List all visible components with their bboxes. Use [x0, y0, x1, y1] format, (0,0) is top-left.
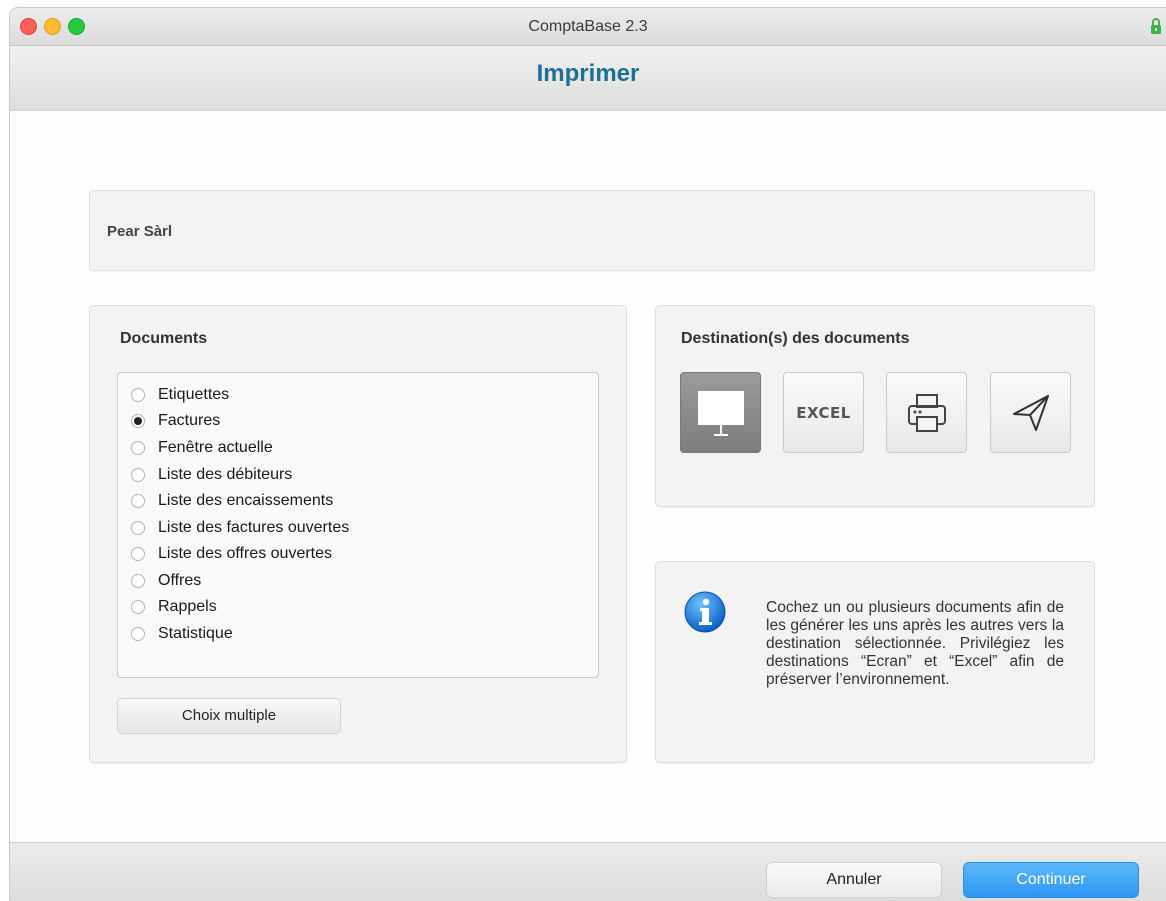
page-header: Imprimer	[10, 46, 1166, 111]
footer-bar: Annuler Continuer	[10, 842, 1166, 901]
documents-title: Documents	[120, 330, 208, 347]
list-item[interactable]: Rappels	[131, 594, 217, 620]
excel-destination-button[interactable]: EXCEL	[783, 372, 864, 453]
destination-title: Destination(s) des documents	[681, 330, 910, 347]
printer-icon	[907, 393, 946, 432]
send-icon	[1012, 394, 1049, 431]
info-icon	[684, 591, 726, 633]
title-bar: ComptaBase 2.3	[10, 8, 1166, 46]
option-label: Liste des offres ouvertes	[158, 545, 333, 562]
list-item[interactable]: Factures	[131, 408, 220, 434]
option-label: Liste des débiteurs	[158, 466, 293, 483]
cancel-button[interactable]: Annuler	[766, 862, 942, 898]
destination-panel: Destination(s) des documents EXCEL	[655, 305, 1095, 507]
list-item[interactable]: Liste des encaissements	[131, 488, 333, 514]
printer-destination-button[interactable]	[886, 372, 967, 453]
radio-button[interactable]	[131, 547, 145, 561]
info-text: Cochez un ou plusieurs documents afin de…	[766, 599, 1064, 688]
option-label: Liste des encaissements	[158, 492, 334, 509]
screen-icon	[697, 390, 744, 436]
option-label: Rappels	[158, 598, 217, 615]
radio-button[interactable]	[131, 468, 145, 482]
list-item[interactable]: Liste des offres ouvertes	[131, 541, 332, 567]
page-title: Imprimer	[536, 60, 640, 87]
list-item[interactable]: Fenêtre actuelle	[131, 435, 273, 461]
radio-button[interactable]	[131, 388, 145, 402]
company-panel: Pear Sàrl	[89, 190, 1095, 271]
list-item[interactable]: Liste des factures ouvertes	[131, 515, 349, 541]
app-window: ComptaBase 2.3 Imprimer Pear Sàrl Docume…	[10, 8, 1166, 901]
info-panel: Cochez un ou plusieurs documents afin de…	[655, 561, 1095, 763]
multiple-choice-button[interactable]: Choix multiple	[117, 698, 341, 734]
option-label: Etiquettes	[158, 386, 230, 403]
list-item[interactable]: Offres	[131, 568, 201, 594]
excel-icon: EXCEL	[796, 403, 851, 422]
radio-button[interactable]	[131, 494, 145, 508]
option-label: Statistique	[158, 625, 233, 642]
radio-button[interactable]	[131, 441, 145, 455]
radio-button[interactable]	[131, 627, 145, 641]
documents-list[interactable]: Etiquettes Factures Fenêtre actuelle Lis…	[117, 372, 599, 678]
radio-button-selected[interactable]	[131, 414, 145, 428]
screen-destination-button[interactable]	[680, 372, 761, 453]
window-title: ComptaBase 2.3	[528, 18, 648, 35]
radio-button[interactable]	[131, 574, 145, 588]
option-label: Liste des factures ouvertes	[158, 519, 350, 536]
list-item[interactable]: Etiquettes	[131, 382, 229, 408]
option-label: Offres	[158, 572, 202, 589]
documents-panel: Documents Etiquettes Factures Fenêtre ac…	[89, 305, 627, 763]
option-label: Factures	[158, 412, 221, 429]
continue-button[interactable]: Continuer	[963, 862, 1139, 898]
company-name: Pear Sàrl	[107, 223, 173, 240]
list-item[interactable]: Statistique	[131, 621, 233, 647]
lock-icon	[1151, 18, 1161, 34]
send-destination-button[interactable]	[990, 372, 1071, 453]
radio-button[interactable]	[131, 600, 145, 614]
radio-button[interactable]	[131, 521, 145, 535]
option-label: Fenêtre actuelle	[158, 439, 273, 456]
list-item[interactable]: Liste des débiteurs	[131, 462, 292, 488]
